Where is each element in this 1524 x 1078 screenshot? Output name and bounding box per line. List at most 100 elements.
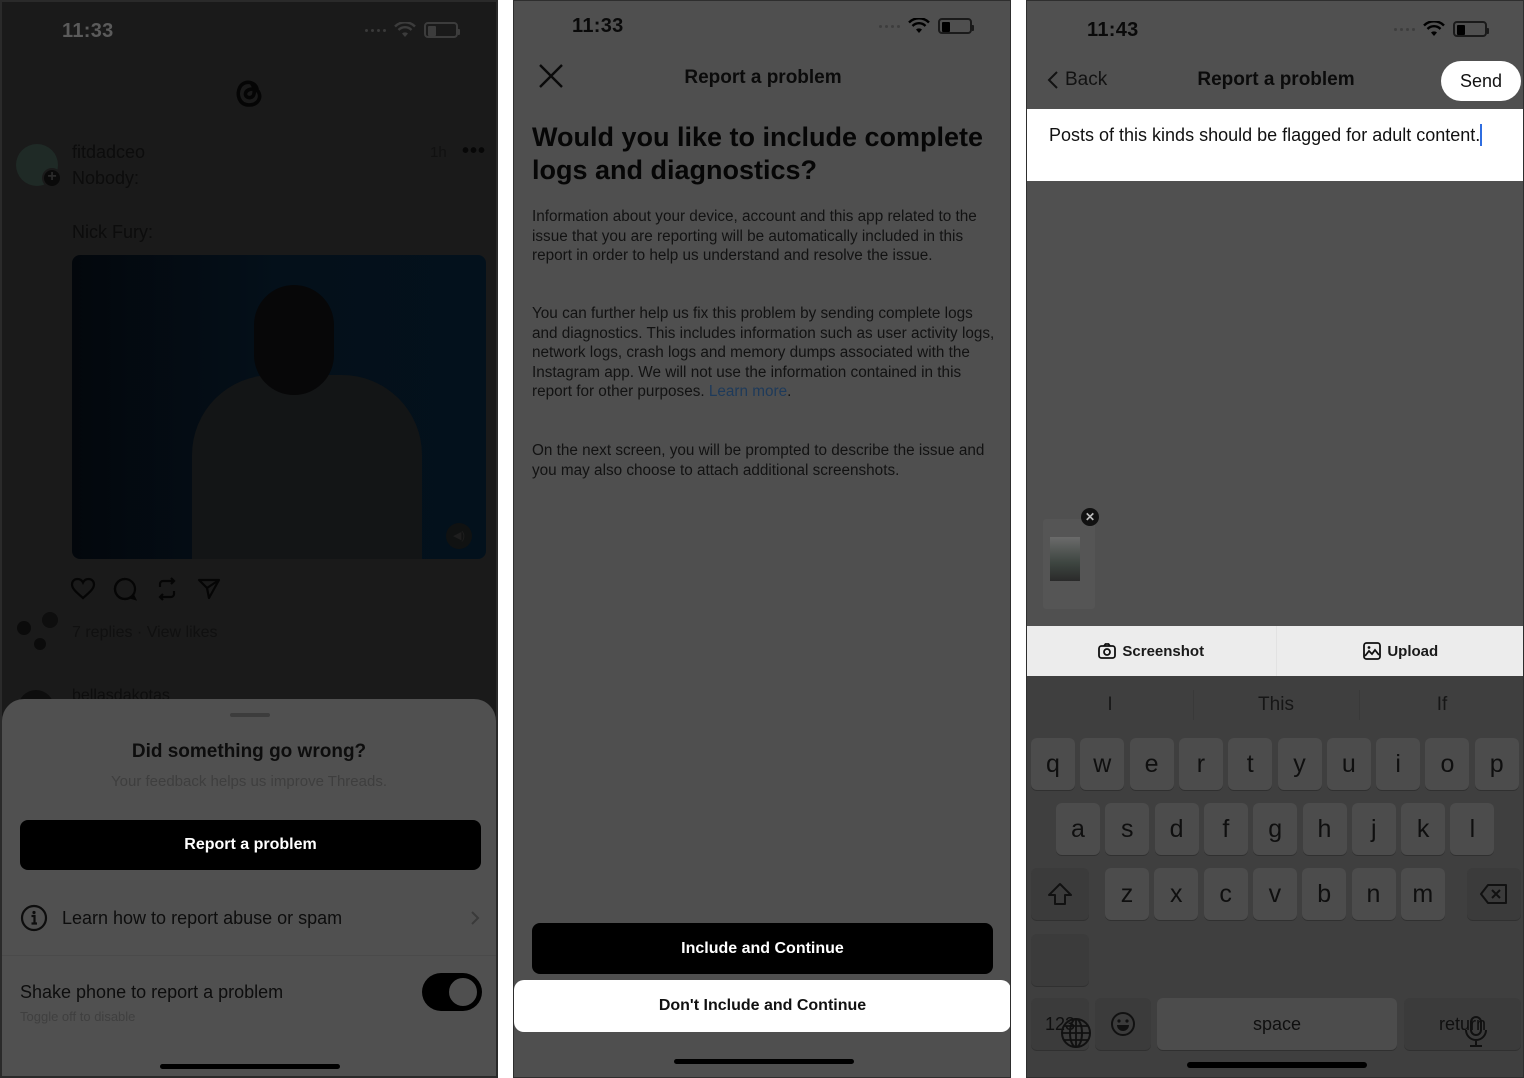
remove-attachment-icon[interactable]: ✕ bbox=[1081, 508, 1099, 526]
delete-key[interactable] bbox=[1467, 868, 1521, 920]
report-diagnostics-screen: 11:33 Report a problem Would you like to… bbox=[513, 0, 1011, 1078]
key-m[interactable]: m bbox=[1400, 868, 1445, 920]
emoji-key[interactable] bbox=[1095, 998, 1151, 1050]
key-l[interactable]: l bbox=[1450, 803, 1495, 855]
send-button[interactable]: Send bbox=[1441, 61, 1521, 101]
globe-icon[interactable] bbox=[1059, 1016, 1093, 1050]
attachment-toolbar: Screenshot Upload bbox=[1027, 626, 1524, 676]
heart-icon[interactable] bbox=[70, 576, 96, 602]
signal-icon bbox=[879, 24, 900, 28]
text-caret bbox=[1480, 124, 1483, 146]
key-t[interactable]: t bbox=[1228, 738, 1273, 790]
key-j[interactable]: j bbox=[1351, 803, 1396, 855]
screenshot-button[interactable]: Screenshot bbox=[1027, 626, 1276, 676]
upload-button[interactable]: Upload bbox=[1275, 626, 1524, 676]
status-time: 11:33 bbox=[572, 15, 624, 37]
key-i[interactable]: i bbox=[1376, 738, 1421, 790]
home-indicator bbox=[674, 1059, 854, 1064]
suggestion-item[interactable]: This bbox=[1193, 690, 1359, 720]
attached-screenshot-thumbnail[interactable] bbox=[1043, 519, 1095, 609]
follow-plus-icon[interactable]: + bbox=[42, 168, 62, 188]
threads-feed-screen: 11:33 + fitdadceo 1h ••• Nobody: Nick Fu… bbox=[0, 0, 498, 1078]
sheet-title: Did something go wrong? bbox=[131, 741, 367, 762]
key-w[interactable]: w bbox=[1080, 738, 1125, 790]
reply-avatars bbox=[17, 612, 58, 650]
diagnostics-heading: Would you like to include complete logs … bbox=[532, 122, 984, 185]
key-o[interactable]: o bbox=[1425, 738, 1470, 790]
thumbnail-image bbox=[1050, 537, 1080, 581]
report-description-input[interactable]: Posts of this kinds should be flagged fo… bbox=[1027, 109, 1523, 181]
report-description-text: Posts of this kinds should be flagged fo… bbox=[1049, 125, 1481, 145]
period: . bbox=[787, 383, 792, 400]
key-u[interactable]: u bbox=[1326, 738, 1371, 790]
status-icons bbox=[365, 22, 460, 38]
feedback-bottom-sheet: Did something go wrong? Your feedback he… bbox=[2, 699, 496, 1076]
wifi-icon bbox=[1423, 21, 1445, 36]
status-time: 11:43 bbox=[1087, 19, 1139, 41]
shift-icon bbox=[1048, 883, 1072, 905]
page-title: Report a problem bbox=[684, 67, 842, 88]
key-f[interactable]: f bbox=[1203, 803, 1248, 855]
shift-key[interactable] bbox=[1031, 868, 1089, 920]
chevron-right-icon bbox=[471, 911, 480, 925]
signal-icon bbox=[1394, 27, 1415, 31]
replies-count-link[interactable]: 7 replies · View likes bbox=[72, 624, 218, 642]
key-v[interactable]: v bbox=[1252, 868, 1297, 920]
suggestion-item[interactable]: If bbox=[1359, 690, 1523, 720]
sheet-drag-handle[interactable] bbox=[230, 713, 270, 717]
dont-include-and-continue-button[interactable]: Don't Include and Continue bbox=[514, 980, 1010, 1032]
status-time: 11:33 bbox=[62, 20, 114, 42]
key-p[interactable]: p bbox=[1474, 738, 1519, 790]
signal-icon bbox=[365, 28, 386, 32]
space-key[interactable]: space bbox=[1157, 998, 1397, 1050]
info-paragraph: Information about your device, account a… bbox=[532, 208, 977, 264]
home-indicator bbox=[1187, 1062, 1367, 1068]
mute-icon[interactable]: ◀) bbox=[446, 523, 472, 549]
post-text-line: Nick Fury: bbox=[72, 222, 153, 242]
key-y[interactable]: y bbox=[1277, 738, 1322, 790]
image-upload-icon bbox=[1363, 642, 1382, 660]
key-r[interactable]: r bbox=[1178, 738, 1223, 790]
shake-to-report-toggle[interactable] bbox=[422, 973, 482, 1011]
key-h[interactable]: h bbox=[1302, 803, 1347, 855]
video-subject bbox=[192, 375, 422, 559]
key-e[interactable]: e bbox=[1129, 738, 1174, 790]
key-g[interactable]: g bbox=[1253, 803, 1298, 855]
microphone-icon[interactable] bbox=[1459, 1014, 1493, 1048]
report-compose-screen: 11:43 Back Report a problem Send Posts o… bbox=[1026, 0, 1524, 1078]
key-a[interactable]: a bbox=[1056, 803, 1100, 855]
camera-icon bbox=[1098, 643, 1117, 659]
divider bbox=[2, 955, 496, 956]
shake-to-report-label: Shake phone to report a problem bbox=[20, 982, 284, 1002]
key-n[interactable]: n bbox=[1351, 868, 1396, 920]
share-icon[interactable] bbox=[196, 576, 222, 602]
shake-to-report-hint: Toggle off to disable bbox=[20, 1009, 136, 1024]
key-b[interactable]: b bbox=[1302, 868, 1347, 920]
more-options-icon[interactable]: ••• bbox=[462, 140, 486, 163]
learn-more-link[interactable]: Learn more bbox=[709, 383, 787, 400]
status-icons bbox=[879, 18, 974, 34]
key-q[interactable]: q bbox=[1031, 738, 1075, 790]
backspace-icon bbox=[1480, 884, 1507, 904]
report-problem-button[interactable]: Report a problem bbox=[20, 820, 481, 870]
diagnostics-paragraph: You can further help us fix this problem… bbox=[532, 304, 1002, 402]
battery-icon bbox=[424, 22, 460, 38]
key-s[interactable]: s bbox=[1105, 803, 1150, 855]
onscreen-keyboard: I This If qwertyuiopasdfghjklzxcvbnm 123… bbox=[1027, 676, 1523, 1077]
key-c[interactable]: c bbox=[1203, 868, 1248, 920]
learn-report-abuse-row[interactable]: Learn how to report abuse or spam bbox=[20, 895, 481, 941]
post-username[interactable]: fitdadceo bbox=[72, 142, 145, 163]
key-x[interactable]: x bbox=[1154, 868, 1199, 920]
key-d[interactable]: d bbox=[1154, 803, 1199, 855]
post-video[interactable]: ◀) bbox=[72, 255, 486, 559]
suggestion-item[interactable]: I bbox=[1027, 694, 1193, 716]
key-k[interactable]: k bbox=[1401, 803, 1446, 855]
emoji-icon bbox=[1111, 1012, 1135, 1036]
key-z[interactable]: z bbox=[1105, 868, 1149, 920]
learn-report-abuse-label: Learn how to report abuse or spam bbox=[62, 907, 343, 928]
post-timestamp: 1h bbox=[430, 144, 447, 161]
sheet-subtitle: Your feedback helps us improve Threads. bbox=[111, 773, 387, 790]
include-and-continue-button[interactable]: Include and Continue bbox=[532, 923, 993, 974]
repost-icon[interactable] bbox=[154, 576, 180, 602]
comment-icon[interactable] bbox=[112, 576, 138, 602]
